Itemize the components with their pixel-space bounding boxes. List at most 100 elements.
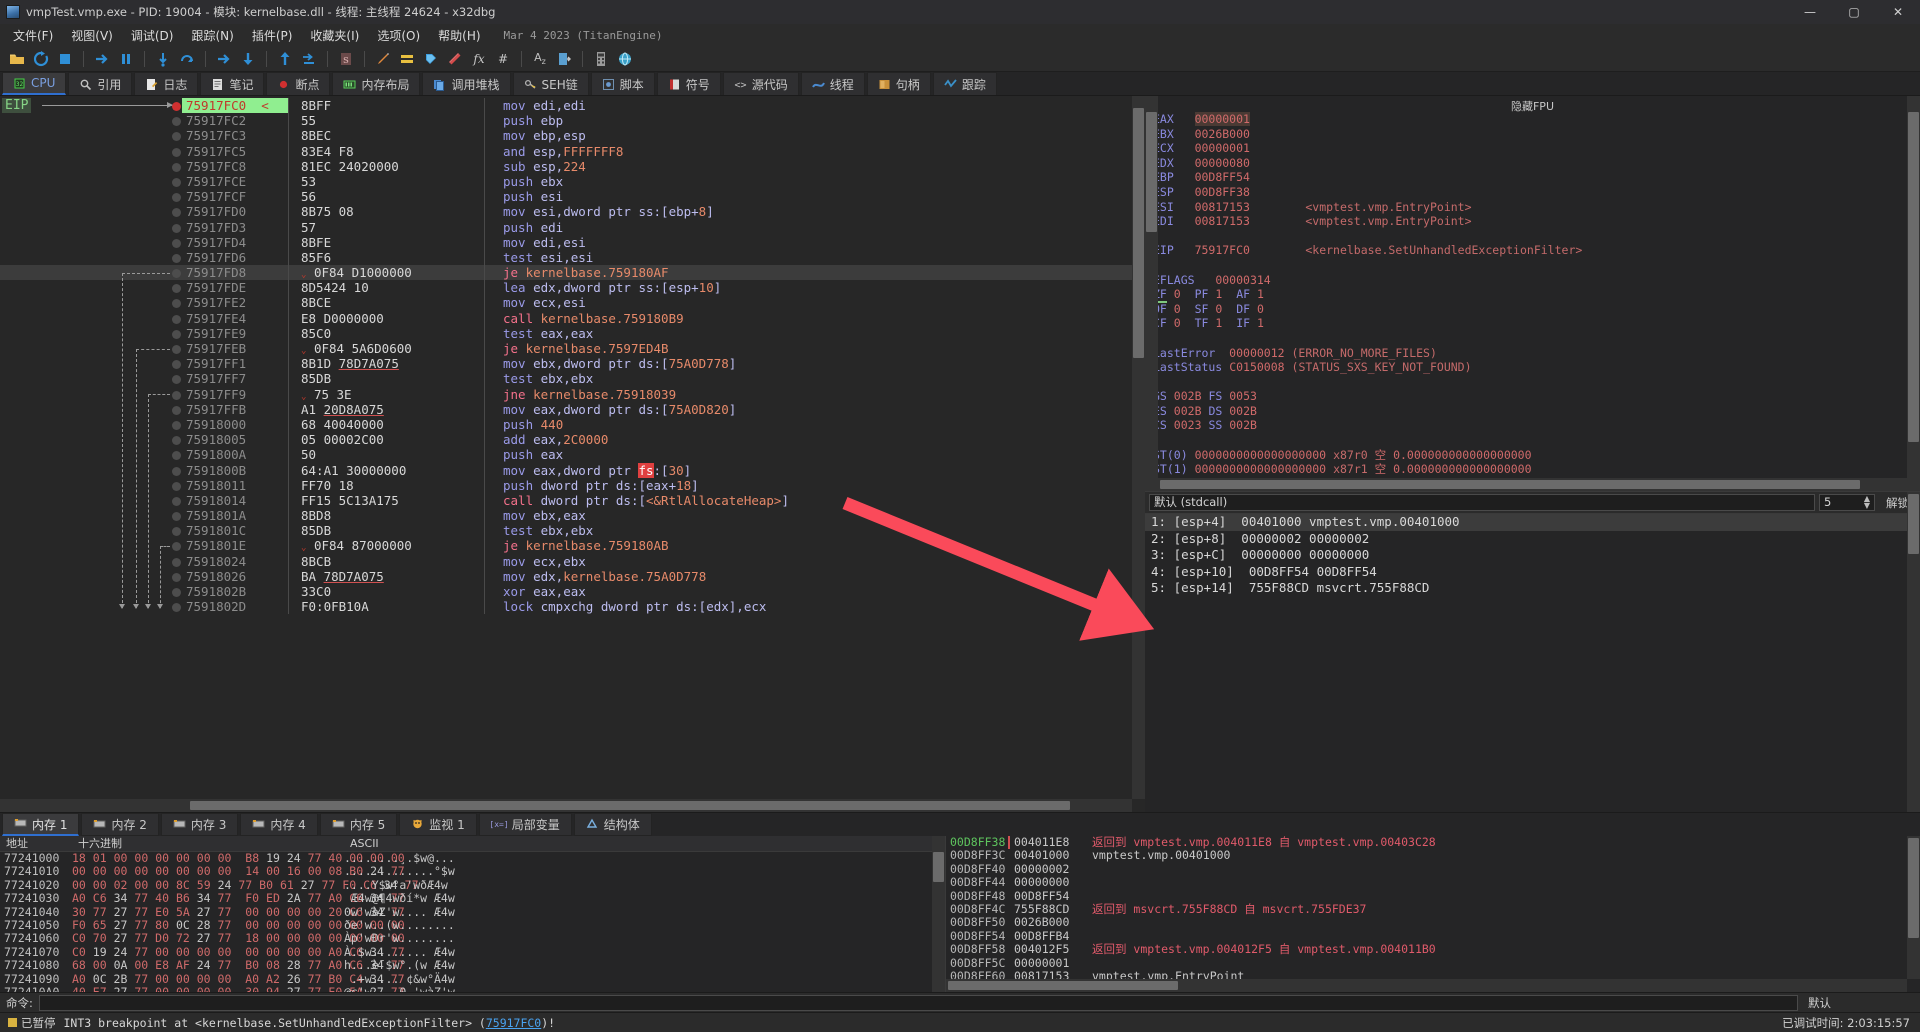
menu-plugins[interactable]: 插件(P) (243, 25, 302, 46)
step-into-icon[interactable] (152, 48, 174, 70)
disasm-row[interactable]: 7591800A 50 push eax (0, 447, 1145, 463)
stack-row[interactable]: 00D8FF50 0026B000 (946, 915, 1920, 929)
hash-icon[interactable]: # (492, 48, 514, 70)
scroll-thumb[interactable] (1133, 108, 1144, 358)
scroll-thumb[interactable] (190, 801, 1070, 810)
disasm-address[interactable]: 7591802D (182, 599, 288, 614)
argument-row[interactable]: 1: [esp+4] 00401000 vmptest.vmp.00401000 (1145, 514, 1920, 531)
disasm-row[interactable]: 75917FF9 ⌄ 75 3E jne kernelbase.75918039 (0, 386, 1145, 402)
breakpoint-dot-icon[interactable] (170, 113, 182, 128)
disasm-address[interactable]: 75918005 (182, 432, 288, 447)
breakpoint-dot-icon[interactable] (170, 508, 182, 523)
disasm-row[interactable]: 7591801C 85DB test ebx,ebx (0, 523, 1145, 539)
disasm-address[interactable]: 75917FCE (182, 174, 288, 189)
disasm-address[interactable]: 75917FF1 (182, 356, 288, 371)
disasm-address[interactable]: 75917FD6 (182, 250, 288, 265)
status-address-link[interactable]: 75917FC0 (486, 1016, 541, 1030)
disasm-row[interactable]: 75917FF1 8B1D 78D7A075 mov ebx,dword ptr d… (0, 356, 1145, 372)
disasm-row[interactable]: 7591801A 8BD8 mov ebx,eax (0, 508, 1145, 524)
args-vscrollbar[interactable] (1907, 492, 1920, 812)
font-icon[interactable]: Az (529, 48, 551, 70)
disasm-row[interactable]: 75918026 BA 78D7A075 mov edx,kernelbase.75… (0, 568, 1145, 584)
breakpoint-dot-icon[interactable] (170, 599, 182, 614)
calculator-icon[interactable] (590, 48, 612, 70)
tab-memory-map[interactable]: 内存布局 (332, 72, 421, 95)
disasm-address[interactable]: 75918024 (182, 554, 288, 569)
disasm-address[interactable]: 75917FDE (182, 280, 288, 295)
disasm-address[interactable]: 75918026 (182, 569, 288, 584)
disasm-row[interactable]: 75917FC3 8BEC mov ebp,esp (0, 128, 1145, 144)
tab-script[interactable]: 脚本 (590, 72, 655, 95)
breakpoint-dot-icon[interactable] (170, 204, 182, 219)
breakpoint-dot-icon[interactable] (170, 356, 182, 371)
stack-row[interactable]: 00D8FF54 00D8FFB4 (946, 929, 1920, 943)
disasm-row[interactable]: 7591802D F0:0FB10A lock cmpxchg dword ptr … (0, 599, 1145, 615)
argument-row[interactable]: 3: [esp+C] 00000000 00000000 (1145, 547, 1920, 564)
disasm-row[interactable]: 75917FD4 8BFE mov edi,esi (0, 234, 1145, 250)
stepper-arrows-icon[interactable]: ▲ ▼ (1864, 495, 1870, 510)
disasm-row[interactable]: 75917FE4 E8 D0000000 call kernelbase.75918… (0, 310, 1145, 326)
dump-row[interactable]: 77241060 C0 70 27 77 D0 72 27 77 18 00 00… (0, 931, 945, 945)
disasm-address[interactable]: 75917FEB (182, 341, 288, 356)
disasm-row[interactable]: 75918014 FF15 5C13A175 call dword ptr ds:[… (0, 492, 1145, 509)
stack-row[interactable]: 00D8FF40 00000002 (946, 862, 1920, 876)
breakpoint-dot-icon[interactable] (170, 144, 182, 159)
disasm-address[interactable]: 75917FC0 < (182, 98, 288, 114)
dump-row[interactable]: 77241000 18 01 00 00 00 00 00 00 B8 19 24… (0, 851, 945, 865)
dump-vscrollbar[interactable] (932, 836, 945, 992)
breakpoint-dot-icon[interactable] (170, 220, 182, 235)
disasm-row[interactable]: 75917FD0 8B75 08 mov esi,dword ptr ss:[ebp… (0, 204, 1145, 220)
breakpoint-dot-icon[interactable] (170, 402, 182, 417)
argument-row[interactable]: 5: [esp+14] 755F88CD msvcrt.755F88CD (1145, 580, 1920, 597)
reg-vscrollbar-right[interactable] (1907, 96, 1920, 491)
disasm-address[interactable]: 7591801A (182, 508, 288, 523)
stack-row[interactable]: 00D8FF58 004012F5 返回到 vmptest.vmp.004012F5… (946, 942, 1920, 956)
disasm-address[interactable]: 75917FD3 (182, 220, 288, 235)
disasm-address[interactable]: 75917FC8 (182, 159, 288, 174)
stack-vscrollbar[interactable] (1907, 836, 1920, 979)
scroll-thumb[interactable] (1908, 112, 1919, 442)
breakpoint-dot-icon[interactable] (170, 417, 182, 432)
tab-notes[interactable]: 笔记 (200, 72, 265, 95)
dump-row[interactable]: 77241010 00 00 00 00 00 00 00 00 14 00 16… (0, 864, 945, 878)
dump-row[interactable]: 77241050 F0 65 27 77 80 0C 28 77 00 00 00… (0, 918, 945, 932)
breakpoint-dot-icon[interactable] (170, 341, 182, 356)
disasm-row[interactable]: 75918011 FF70 18 push dword ptr ds:[eax+18… (0, 477, 1145, 493)
open-file-icon[interactable] (6, 48, 28, 70)
menu-debug[interactable]: 调试(D) (122, 25, 183, 46)
scroll-thumb[interactable] (1146, 112, 1157, 232)
breakpoint-dot-icon[interactable] (170, 569, 182, 584)
breakpoint-dot-icon[interactable] (170, 235, 182, 250)
bottom-tab-dump5[interactable]: 内存 5 (319, 813, 398, 836)
skip-icon[interactable]: s (335, 48, 357, 70)
menu-favourites[interactable]: 收藏夹(I) (301, 25, 368, 46)
disasm-address[interactable]: 75917FE9 (182, 326, 288, 341)
breakpoint-dot-icon[interactable] (170, 554, 182, 569)
tab-references[interactable]: 引用 (68, 72, 133, 95)
scroll-thumb[interactable] (933, 852, 944, 882)
disasm-row[interactable]: 75918024 8BCB mov ecx,ebx (0, 553, 1145, 569)
breakpoint-dot-icon[interactable] (170, 311, 182, 326)
disasm-vscrollbar[interactable] (1132, 96, 1145, 799)
breakpoint-dot-icon[interactable] (170, 250, 182, 265)
disasm-address[interactable]: 7591800A (182, 447, 288, 462)
disasm-row[interactable]: 7591800B 64:A1 30000000 mov eax,dword ptr … (0, 462, 1145, 478)
menu-file[interactable]: 文件(F) (4, 25, 62, 46)
disasm-address[interactable]: 75917FD4 (182, 235, 288, 250)
breakpoint-dot-icon[interactable] (170, 189, 182, 204)
disasm-address[interactable]: 75917FC2 (182, 113, 288, 128)
maximize-button[interactable]: ▢ (1832, 0, 1876, 24)
argument-count-stepper[interactable]: 5 ▲ ▼ (1819, 494, 1875, 511)
argument-row[interactable]: 4: [esp+10] 00D8FF54 00D8FF54 (1145, 564, 1920, 581)
disasm-address[interactable]: 75917FC5 (182, 144, 288, 159)
bottom-tab-locals[interactable]: [x=] 局部变量 (478, 813, 572, 836)
step-out-icon[interactable] (237, 48, 259, 70)
menu-help[interactable]: 帮助(H) (429, 25, 489, 46)
stack-row[interactable]: 00D8FF38 004011E8 返回到 vmptest.vmp.004011E8… (946, 836, 1920, 849)
disasm-row[interactable]: 75917FD6 85F6 test esi,esi (0, 249, 1145, 266)
scroll-thumb[interactable] (1160, 480, 1860, 489)
minimize-button[interactable]: — (1788, 0, 1832, 24)
tab-seh-chain[interactable]: SEH链 (512, 72, 589, 95)
disasm-row[interactable]: 75918005 05 00002C00 add eax,2C0000 (0, 432, 1145, 448)
memory-map-icon[interactable] (553, 48, 575, 70)
